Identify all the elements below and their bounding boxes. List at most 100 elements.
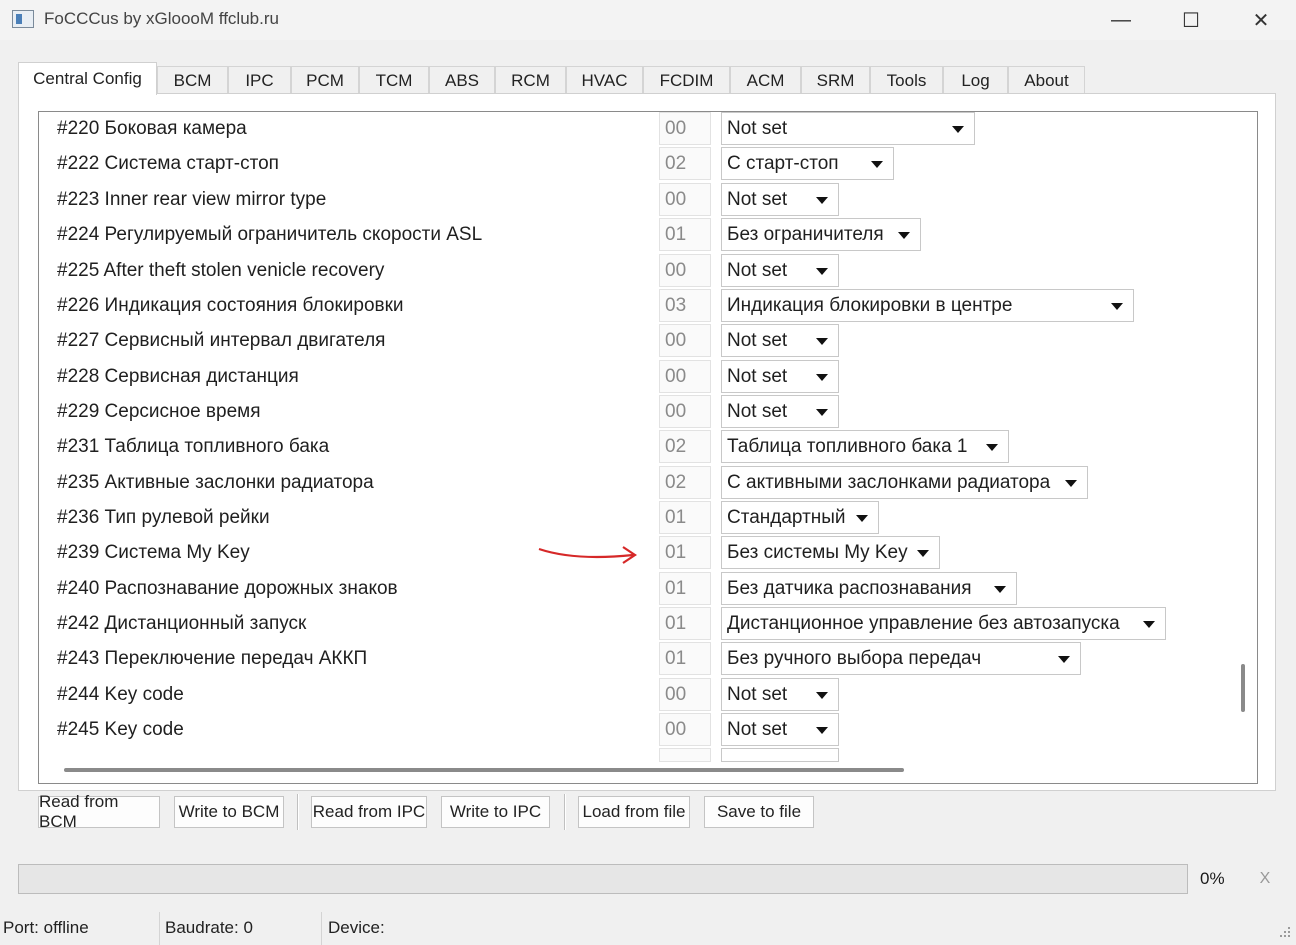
tab-log[interactable]: Log [943, 66, 1008, 94]
chevron-down-icon [816, 197, 828, 204]
config-select[interactable]: Not set [721, 678, 839, 711]
config-code: 00 [659, 324, 711, 357]
maximize-icon: ☐ [1182, 9, 1200, 32]
config-label: #243 Переключение передач АККП [57, 648, 368, 669]
tab-bcm[interactable]: BCM [157, 66, 228, 94]
horizontal-scrollbar[interactable] [64, 768, 904, 772]
tab-tcm[interactable]: TCM [359, 66, 429, 94]
chevron-down-icon [1111, 303, 1123, 310]
config-scroll-area[interactable]: #220 Боковая камера 00 Not set #222 Сист… [38, 111, 1258, 784]
config-row: #244 Key code 00 Not set [39, 678, 1239, 713]
config-select[interactable]: Таблица топливного бака 1 [721, 430, 1009, 463]
config-select[interactable]: Дистанционное управление без автозапуска [721, 607, 1166, 640]
chevron-down-icon [816, 692, 828, 699]
tab-ipc[interactable]: IPC [228, 66, 291, 94]
save-file-button[interactable]: Save to file [704, 796, 814, 828]
config-select[interactable]: Not set [721, 395, 839, 428]
config-select[interactable]: Индикация блокировки в центре [721, 289, 1134, 322]
config-select[interactable]: Без ограничителя [721, 218, 921, 251]
config-select[interactable]: Без системы My Key [721, 536, 940, 569]
maximize-button[interactable]: ☐ [1156, 0, 1226, 40]
config-code: 01 [659, 218, 711, 251]
config-code: 02 [659, 430, 711, 463]
config-label: #228 Сервисная дистанция [57, 366, 299, 387]
config-select[interactable]: Стандартный [721, 501, 879, 534]
config-select[interactable]: Not set [721, 254, 839, 287]
config-row: #226 Индикация состояния блокировки 03 И… [39, 289, 1239, 324]
progress-bar [18, 864, 1188, 894]
chevron-down-icon [816, 268, 828, 275]
chevron-down-icon [816, 727, 828, 734]
config-select[interactable]: Not set [721, 713, 839, 746]
chevron-down-icon [986, 444, 998, 451]
config-select[interactable]: Без ручного выбора передач [721, 642, 1081, 675]
minimize-button[interactable]: — [1086, 0, 1156, 40]
config-code: 01 [659, 501, 711, 534]
button-separator [564, 794, 566, 830]
tab-fcdim[interactable]: FCDIM [643, 66, 730, 94]
title-bar: FoCCCus by xGloooM ffclub.ru — ☐ ✕ [0, 0, 1296, 40]
chevron-down-icon [856, 515, 868, 522]
tab-rcm[interactable]: RCM [495, 66, 566, 94]
read-bcm-button[interactable]: Read from BCM [38, 792, 160, 831]
config-label: #245 Key code [57, 719, 184, 740]
progress-percent: 0% [1200, 869, 1225, 888]
config-row: #222 Система старт-стоп 02 С старт-стоп [39, 147, 1239, 182]
config-label: #240 Распознавание дорожных знаков [57, 578, 398, 599]
config-label: #244 Key code [57, 684, 184, 705]
config-select[interactable]: С старт-стоп [721, 147, 894, 180]
tab-srm[interactable]: SRM [801, 66, 870, 94]
config-select[interactable] [721, 748, 839, 762]
config-code [659, 748, 711, 762]
config-select[interactable]: Not set [721, 112, 975, 145]
config-code: 02 [659, 466, 711, 499]
load-file-button[interactable]: Load from file [578, 796, 690, 828]
config-row: #236 Тип рулевой рейки 01 Стандартный [39, 501, 1239, 536]
config-row: #228 Сервисная дистанция 00 Not set [39, 360, 1239, 395]
tab-pcm[interactable]: PCM [291, 66, 359, 94]
vertical-scrollbar[interactable] [1241, 664, 1245, 712]
resize-grip-icon[interactable] [1276, 925, 1292, 941]
config-row-partial [39, 748, 1239, 783]
read-ipc-button[interactable]: Read from IPC [311, 796, 427, 828]
config-code: 00 [659, 183, 711, 216]
config-row: #220 Боковая камера 00 Not set [39, 112, 1239, 147]
config-select[interactable]: Not set [721, 183, 839, 216]
config-row: #223 Inner rear view mirror type 00 Not … [39, 183, 1239, 218]
chevron-down-icon [994, 586, 1006, 593]
config-code: 03 [659, 289, 711, 322]
config-select[interactable]: Без датчика распознавания [721, 572, 1017, 605]
config-label: #235 Активные заслонки радиатора [57, 472, 374, 493]
tab-about[interactable]: About [1008, 66, 1085, 94]
config-row: #240 Распознавание дорожных знаков 01 Бе… [39, 572, 1239, 607]
tab-acm[interactable]: ACM [730, 66, 801, 94]
tab-hvac[interactable]: HVAC [566, 66, 643, 94]
chevron-down-icon [816, 409, 828, 416]
write-bcm-button[interactable]: Write to BCM [174, 796, 284, 828]
config-label: #220 Боковая камера [57, 118, 247, 139]
config-row: #224 Регулируемый ограничитель скорости … [39, 218, 1239, 253]
status-bar: Port: offline Baudrate: 0 Device: [0, 912, 1296, 945]
config-row: #243 Переключение передач АККП 01 Без ру… [39, 642, 1239, 677]
config-code: 00 [659, 395, 711, 428]
tab-tools[interactable]: Tools [870, 66, 943, 94]
app-icon [12, 10, 34, 28]
chevron-down-icon [1143, 621, 1155, 628]
chevron-down-icon [917, 550, 929, 557]
config-row: #245 Key code 00 Not set [39, 713, 1239, 748]
config-select[interactable]: С активными заслонками радиатора [721, 466, 1088, 499]
window-title: FoCCCus by xGloooM ffclub.ru [44, 9, 279, 28]
config-select[interactable]: Not set [721, 360, 839, 393]
status-baudrate: Baudrate: 0 [162, 912, 322, 945]
tab-abs[interactable]: ABS [429, 66, 495, 94]
close-button[interactable]: ✕ [1226, 0, 1296, 40]
write-ipc-button[interactable]: Write to IPC [441, 796, 550, 828]
config-code: 01 [659, 572, 711, 605]
config-row: #229 Серсисное время 00 Not set [39, 395, 1239, 430]
chevron-down-icon [1065, 480, 1077, 487]
minimize-icon: — [1111, 8, 1131, 31]
cancel-button[interactable]: X [1254, 866, 1276, 892]
config-select[interactable]: Not set [721, 324, 839, 357]
tab-central-config[interactable]: Central Config [18, 62, 157, 95]
config-code: 01 [659, 607, 711, 640]
